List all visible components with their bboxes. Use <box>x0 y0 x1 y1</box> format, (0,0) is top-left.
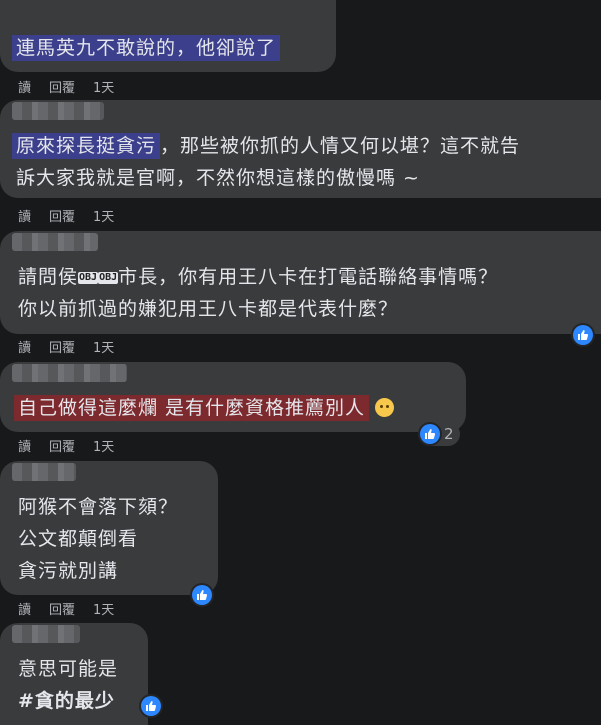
comment-actions: 讀 回覆 1天 <box>18 599 132 618</box>
censored-name: OBJ <box>98 272 119 284</box>
reaction-badge[interactable] <box>573 323 593 347</box>
timestamp[interactable]: 1天 <box>93 341 114 356</box>
blurred-author-name <box>12 233 98 251</box>
reply-link[interactable]: 回覆 <box>49 603 75 618</box>
comment-bubble: 阿猴不會落下頦？ 公文都顛倒看 貪污就別講 <box>0 461 218 595</box>
read-link[interactable]: 讀 <box>18 603 31 618</box>
comment-text: 請問侯 <box>18 266 79 288</box>
read-link[interactable]: 讀 <box>18 440 31 455</box>
blurred-author-name <box>12 625 80 643</box>
timestamp[interactable]: 1天 <box>93 603 114 618</box>
comment-bubble: 原來探長挺貪污 ，那些被你抓的人情又何以堪？這不就告 訴大家我就是官啊，不然你想這… <box>0 100 601 198</box>
read-link[interactable]: 讀 <box>18 81 31 96</box>
comment-text: ，那些被你抓的人情又何以堪？這不就告 <box>160 135 521 157</box>
comment-line: 你以前抓過的嫌犯用王八卡都是代表什麼？ <box>18 298 399 320</box>
like-icon <box>573 325 593 345</box>
hashtag-line[interactable]: #貪的最少 <box>18 685 148 717</box>
comment-text: 市長，你有用王八卡在打電話聯絡事情嗎？ <box>118 266 499 288</box>
reaction-count: 2 <box>444 425 454 443</box>
like-icon <box>420 424 440 444</box>
like-icon <box>192 585 212 605</box>
blurred-author-name <box>12 364 127 382</box>
comment-actions: 讀 回覆 1天 <box>18 206 132 225</box>
reaction-badge[interactable]: 2 <box>418 422 460 446</box>
comment-line: 意思可能是 <box>18 658 119 680</box>
comment-text-highlighted: 原來探長挺貪污 <box>12 133 161 159</box>
reply-link[interactable]: 回覆 <box>49 440 75 455</box>
comment-text-highlighted: 連馬英九不敢說的，他卻說了 <box>12 35 281 61</box>
timestamp[interactable]: 1天 <box>93 440 114 455</box>
reply-link[interactable]: 回覆 <box>49 210 75 225</box>
comment-bubble: 請問侯OBJ OBJ市長，你有用王八卡在打電話聯絡事情嗎？ 你以前抓過的嫌犯用王八… <box>0 231 601 334</box>
timestamp[interactable]: 1天 <box>93 210 114 225</box>
comment-line: 請問侯OBJ OBJ市長，你有用王八卡在打電話聯絡事情嗎？ <box>18 261 601 293</box>
blurred-author-name <box>12 463 76 481</box>
comment-bubble: 連馬英九不敢說的，他卻說了 <box>0 0 336 72</box>
comment-actions: 讀 回覆 1天 <box>18 337 132 356</box>
reaction-badge[interactable] <box>141 694 161 718</box>
comment-bubble: 自己做得這麼爛 是有什麼資格推薦別人 <box>0 362 466 432</box>
comment-text-highlighted: 自己做得這麼爛 是有什麼資格推薦別人 <box>14 395 370 421</box>
comment-actions: 讀 回覆 1天 <box>18 436 132 455</box>
reaction-badge[interactable] <box>192 583 212 607</box>
read-link[interactable]: 讀 <box>18 341 31 356</box>
comment-actions: 讀 回覆 1天 <box>18 77 132 96</box>
blurred-author-name <box>12 102 104 120</box>
reply-link[interactable]: 回覆 <box>49 81 75 96</box>
comment-line: 公文都顛倒看 <box>18 528 139 550</box>
comment-line: 原來探長挺貪污 ，那些被你抓的人情又何以堪？這不就告 <box>12 130 601 162</box>
comment-line: 阿猴不會落下頦？ <box>18 496 179 518</box>
reply-link[interactable]: 回覆 <box>49 341 75 356</box>
comment-feed: 連馬英九不敢說的，他卻說了 讀回覆 1天 原來探長挺貪污 ，那些被你抓的人情又何以堪… <box>0 0 601 725</box>
sad-face-emoji <box>375 398 395 417</box>
comment-line: 貪污就別講 <box>18 560 119 582</box>
comment-bubble: 意思可能是 #貪的最少 <box>0 623 148 725</box>
comment-line: 自己做得這麼爛 是有什麼資格推薦別人 <box>14 392 466 424</box>
read-link[interactable]: 讀 <box>18 210 31 225</box>
comment-line: 訴大家我就是官啊，不然你想這樣的傲慢嗎 ~ <box>16 167 420 189</box>
like-icon <box>141 696 161 716</box>
censored-name: OBJ <box>78 272 99 284</box>
timestamp[interactable]: 1天 <box>93 81 114 96</box>
